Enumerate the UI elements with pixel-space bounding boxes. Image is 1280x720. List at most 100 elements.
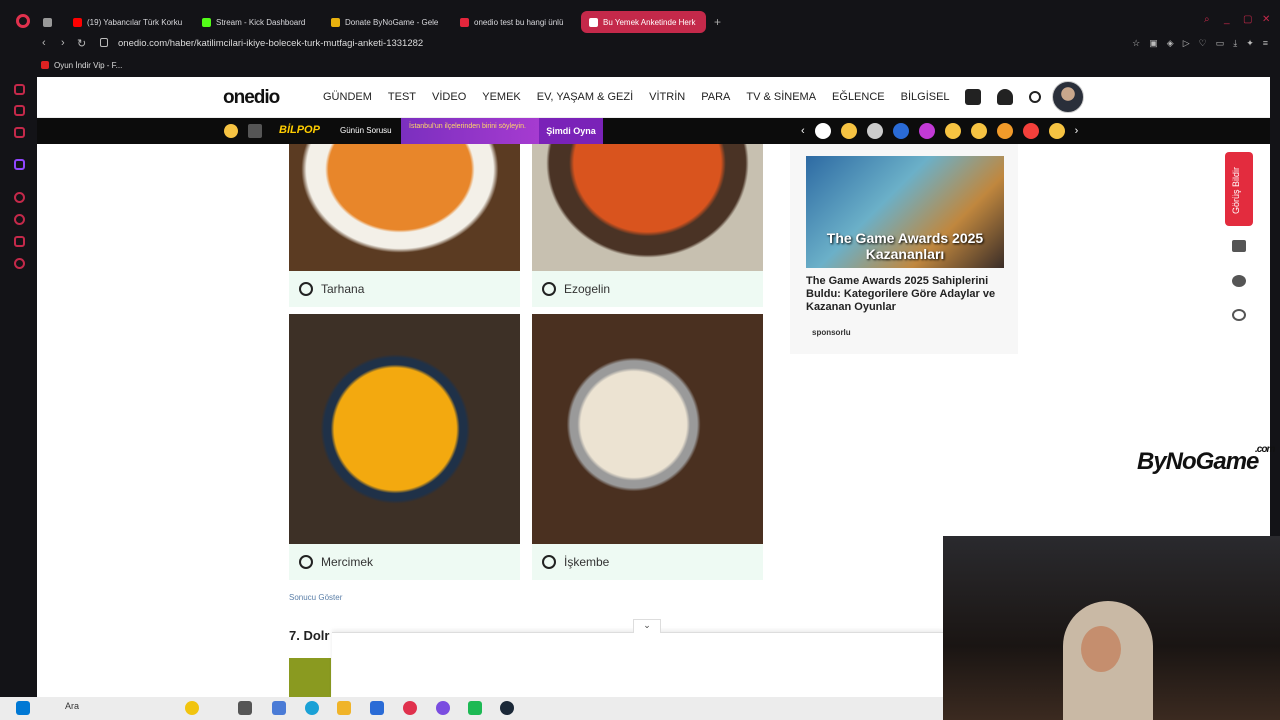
heart-icon[interactable]: ♡ [1199,38,1207,49]
ok-reaction-icon[interactable] [814,123,831,139]
new-tab-button[interactable]: + [714,15,721,29]
watermark-suffix: .com [1255,444,1275,455]
twitch-icon[interactable] [14,159,25,170]
shield-icon[interactable]: ◈ [1167,38,1174,49]
nav-eglence[interactable]: EĞLENCE [832,91,885,103]
nav-test[interactable]: TEST [388,91,416,103]
app-icon[interactable] [468,701,482,715]
tab-active[interactable]: Bu Yemek Anketinde Herk [581,11,706,33]
search-tabs-icon[interactable]: ⌕ [1204,14,1210,25]
url-field[interactable]: onedio.com/haber/katilimcilari-ikiye-bol… [118,38,423,49]
reaction-icon[interactable] [1048,123,1065,139]
nav-yemek[interactable]: YEMEK [482,91,521,103]
radio-button[interactable] [542,555,556,569]
store-icon[interactable] [370,701,384,715]
site-logo[interactable]: onedio [223,87,280,109]
steam-icon[interactable] [500,701,514,715]
tab-pinned[interactable] [37,11,61,33]
poll-option[interactable]: Tarhana [289,271,520,307]
chat-icon[interactable] [965,89,981,105]
maximize-button[interactable]: ▢ [1243,14,1252,25]
history-icon[interactable] [14,214,25,225]
poll-option-card[interactable]: Ezogelin [532,144,763,307]
user-avatar[interactable] [1052,81,1084,113]
copilot-icon[interactable] [185,701,199,715]
bell-icon[interactable] [997,89,1013,105]
app-icon[interactable] [436,701,450,715]
show-results-link[interactable]: Sonucu Göster [289,593,342,602]
nav-ev-yasam[interactable]: EV, YAŞAM & GEZİ [537,91,633,103]
settings-icon[interactable] [14,258,25,269]
tab-donate[interactable]: Donate ByNoGame - Gele [323,11,448,33]
close-window-button[interactable]: ✕ [1262,14,1270,25]
task-view-icon[interactable] [238,701,252,715]
reaction-icon[interactable] [944,123,961,139]
poll-option-card[interactable]: Mercimek [289,314,520,580]
sidebar-app-icon[interactable] [14,236,25,247]
play-icon[interactable]: ▷ [1183,38,1190,49]
back-button[interactable]: ‹ [42,37,46,49]
nav-bilgisel[interactable]: BİLGİSEL [901,91,950,103]
radio-button[interactable] [299,282,313,296]
nav-vitrin[interactable]: VİTRİN [649,91,685,103]
app-icon[interactable] [272,701,286,715]
reaction-icon[interactable] [918,123,935,139]
snapshot-icon[interactable]: ▣ [1149,38,1158,49]
file-explorer-icon[interactable] [337,701,351,715]
menu-icon[interactable]: ≡ [1263,38,1268,49]
reaction-icon[interactable] [892,123,909,139]
card-title[interactable]: The Game Awards 2025 Sahiplerini Buldu: … [806,275,1004,314]
tab-youtube[interactable]: (19) Yabancılar Türk Korku [65,11,190,33]
chevron-right-icon[interactable]: › [1075,125,1079,137]
reaction-icon[interactable] [1022,123,1039,139]
comments-icon[interactable] [1232,275,1246,287]
edge-icon[interactable] [305,701,319,715]
chevron-down-icon[interactable]: ⌄ [633,619,661,633]
poll-option-card[interactable]: Tarhana [289,144,520,307]
bookmark-favicon-icon [41,61,49,69]
promo-question[interactable]: İstanbul'un ilçelerinden birini söyleyin… [401,118,539,144]
chevron-left-icon[interactable]: ‹ [801,125,805,137]
bookmark-icon[interactable]: ☆ [1132,38,1140,49]
radio-button[interactable] [299,555,313,569]
reaction-icon[interactable] [996,123,1013,139]
sponsored-card[interactable]: The Game Awards 2025 Kazananları The Gam… [790,144,1018,354]
tab-onedio-test[interactable]: onedio test bu hangi ünlü [452,11,577,33]
ai-icon[interactable]: ✦ [1246,38,1254,49]
iskembe-image [532,314,763,544]
opera-logo-icon[interactable] [16,14,30,28]
search-icon[interactable] [1029,91,1041,103]
reaction-icon[interactable] [840,123,857,139]
feedback-button[interactable]: Görüş Bildir [1225,152,1253,226]
nav-gundem[interactable]: GÜNDEM [323,91,372,103]
streamer-face [1081,626,1121,672]
poll-option-card[interactable]: İşkembe [532,314,763,580]
bookmark-item[interactable]: Oyun İndir Vip - F... [54,61,122,70]
bookmark-save-icon[interactable] [1232,240,1246,252]
reaction-icon[interactable] [866,123,883,139]
bilpop-logo[interactable]: BİLPOP [279,124,320,136]
sidebar-app-icon[interactable] [14,84,25,95]
nav-para[interactable]: PARA [701,91,730,103]
reload-button[interactable]: ↻ [77,37,86,50]
sidebar-app-icon[interactable] [14,127,25,138]
poll-option[interactable]: İşkembe [532,544,763,580]
nav-video[interactable]: VİDEO [432,91,466,103]
poll-option[interactable]: Ezogelin [532,271,763,307]
windows-start-icon[interactable] [16,701,30,715]
nav-tv-sinema[interactable]: TV & SİNEMA [746,91,816,103]
wallet-icon[interactable]: ▭ [1216,38,1225,49]
opera-icon[interactable] [403,701,417,715]
radio-button[interactable] [542,282,556,296]
sidebar-app-icon[interactable] [14,105,25,116]
toolbar-icons: ☆ ▣ ◈ ▷ ♡ ▭ ⤓ ✦ ≡ [1132,38,1268,49]
tab-kick[interactable]: Stream - Kick Dashboard [194,11,319,33]
share-icon[interactable] [1232,309,1246,321]
poll-option[interactable]: Mercimek [289,544,520,580]
forward-button[interactable]: › [61,37,65,49]
play-now-button[interactable]: Şimdi Oyna [539,118,603,144]
sidebar-app-icon[interactable] [14,192,25,203]
download-icon[interactable]: ⤓ [1233,38,1237,49]
reaction-icon[interactable] [970,123,987,139]
minimize-button[interactable]: _ [1224,14,1230,25]
